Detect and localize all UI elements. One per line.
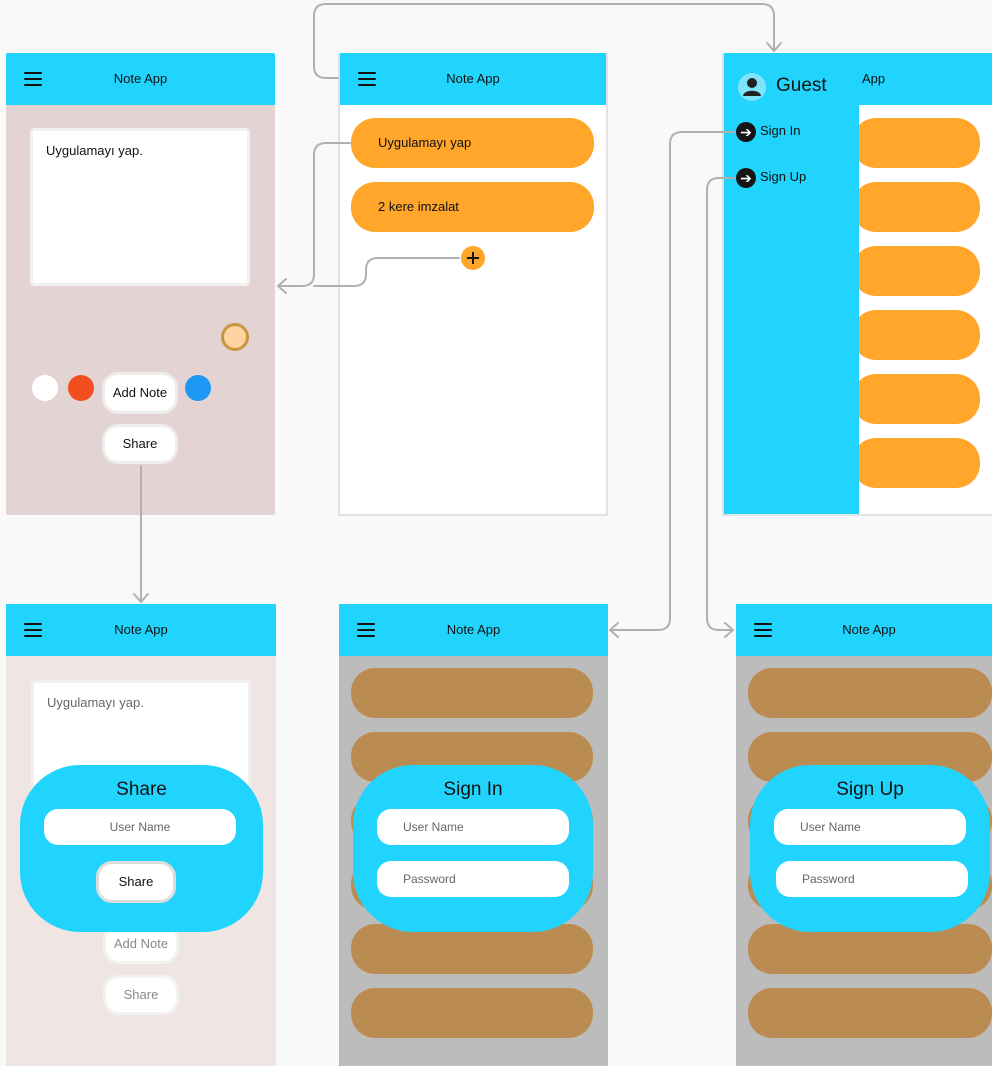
- username-input[interactable]: User Name: [44, 809, 236, 845]
- user-name: Guest: [776, 75, 827, 96]
- user-icon: [738, 73, 766, 101]
- username-input[interactable]: User Name: [377, 809, 569, 845]
- password-input[interactable]: Password: [377, 861, 569, 897]
- screen-drawer: App Guest ➔ Sign In ➔ Sign Up: [722, 53, 992, 516]
- app-title-partial: App: [862, 71, 886, 86]
- app-bar: Note App: [340, 53, 606, 105]
- app-title: Note App: [446, 71, 500, 86]
- share-modal: Share User Name Share: [20, 765, 263, 932]
- arrowhead: [766, 42, 782, 52]
- drawer-item-sign-in[interactable]: ➔ Sign In: [736, 120, 800, 142]
- note-text: Uygulamayı yap.: [47, 695, 144, 710]
- color-swatch-red[interactable]: [68, 375, 94, 401]
- sign-in-modal: Sign In User Name Password: [353, 765, 593, 932]
- note-card[interactable]: [852, 246, 980, 296]
- screen-sign-up: Note App Sign Up User Name Password: [736, 604, 992, 1066]
- sign-up-modal: Sign Up User Name Password: [750, 765, 990, 932]
- share-button[interactable]: Share: [102, 424, 178, 464]
- screen-sign-in: Note App Sign In User Name Password: [339, 604, 608, 1066]
- note-card[interactable]: [852, 310, 980, 360]
- note-card[interactable]: [852, 438, 980, 488]
- note-card[interactable]: [852, 374, 980, 424]
- app-title: Note App: [842, 622, 896, 637]
- username-input[interactable]: User Name: [774, 809, 966, 845]
- arrowhead: [609, 622, 619, 638]
- app-bar: Note App: [736, 604, 992, 656]
- screen-note-list: Note App Uygulamayı yap 2 kere imzalat: [338, 53, 608, 516]
- note-card[interactable]: 2 kere imzalat: [351, 182, 594, 232]
- note-card[interactable]: [852, 182, 980, 232]
- modal-title: Share: [116, 779, 167, 800]
- app-bar: Note App: [6, 53, 275, 105]
- note-card: [748, 668, 992, 718]
- drawer-item-label: Sign In: [760, 123, 801, 138]
- screen-note-editor: Note App Uygulamayı yap. Add Note Share: [6, 53, 275, 515]
- app-title: Note App: [113, 71, 168, 86]
- note-card[interactable]: Uygulamayı yap: [351, 118, 594, 168]
- password-input[interactable]: Password: [776, 861, 968, 897]
- color-swatch-white[interactable]: [32, 375, 58, 401]
- color-swatch-peach-selected[interactable]: [221, 323, 249, 351]
- drawer-item-label: Sign Up: [760, 169, 807, 184]
- app-title: Note App: [446, 622, 501, 637]
- app-title: Note App: [114, 622, 168, 637]
- arrowhead: [724, 622, 734, 638]
- app-bar: Note App: [339, 604, 608, 656]
- add-note-button[interactable]: Add Note: [102, 372, 178, 414]
- note-card[interactable]: [852, 118, 980, 168]
- note-text: Uygulamayı yap.: [46, 143, 143, 158]
- add-note-fab[interactable]: [461, 246, 485, 270]
- navigation-drawer: Guest ➔ Sign In ➔ Sign Up: [724, 53, 859, 514]
- note-card: [351, 988, 593, 1038]
- modal-title: Sign Up: [836, 779, 904, 800]
- connector-signin: [609, 131, 735, 631]
- plus-icon: [467, 252, 479, 264]
- screen-share-dialog: Note App Uygulamayı yap. Add Note Share …: [6, 604, 276, 1066]
- note-card: [351, 668, 593, 718]
- share-button: Share: [103, 975, 179, 1015]
- color-swatch-blue[interactable]: [185, 375, 211, 401]
- arrow-right-circle-icon: ➔: [736, 167, 756, 188]
- arrow-right-circle-icon: ➔: [736, 121, 756, 142]
- note-card: [748, 988, 992, 1038]
- drawer-item-sign-up[interactable]: ➔ Sign Up: [736, 166, 806, 188]
- share-confirm-button[interactable]: Share: [96, 861, 176, 903]
- modal-title: Sign In: [443, 779, 503, 800]
- note-text-input[interactable]: Uygulamayı yap.: [30, 128, 250, 286]
- app-bar: Note App: [6, 604, 276, 656]
- arrowhead: [133, 593, 149, 603]
- arrowhead: [277, 278, 287, 294]
